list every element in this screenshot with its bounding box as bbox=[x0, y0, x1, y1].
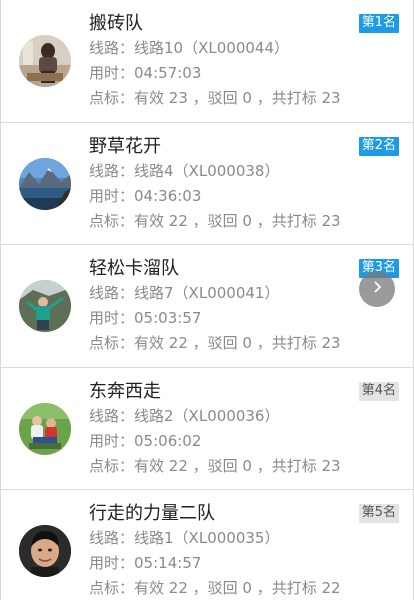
team-list: 搬砖队 线路：线路10（XL000044） 用时：04:57:03 点标：有效 … bbox=[1, 0, 413, 600]
points-line: 点标：有效 22 ，驳回 0 ，共打标 22 bbox=[89, 579, 341, 597]
avatar bbox=[19, 525, 71, 577]
points-line: 点标：有效 22 ，驳回 0 ，共打标 23 bbox=[89, 456, 341, 475]
time-line: 用时：05:14:57 bbox=[89, 554, 202, 572]
time-line: 用时：04:36:03 bbox=[89, 186, 202, 205]
list-item[interactable]: 轻松卡溜队 线路：线路7（XL000041） 用时：05:03:57 点标：有效… bbox=[1, 245, 413, 368]
avatar bbox=[19, 280, 71, 332]
leaderboard-screen: 搬砖队 线路：线路10（XL000044） 用时：04:57:03 点标：有效 … bbox=[0, 0, 414, 600]
rank-badge: 第2名 bbox=[358, 136, 399, 156]
team-name: 行走的力量二队 bbox=[89, 503, 215, 524]
rank-badge: 第5名 bbox=[358, 504, 399, 523]
points-line: 点标：有效 22 ，驳回 0 ，共打标 23 bbox=[89, 211, 341, 230]
route-line: 线路：线路10（XL000044） bbox=[89, 39, 289, 57]
time-line: 用时：04:57:03 bbox=[89, 64, 202, 82]
rank-badge: 第1名 bbox=[358, 14, 399, 33]
chevron-right-icon bbox=[369, 279, 385, 299]
list-item[interactable]: 野草花开 线路：线路4（XL000038） 用时：04:36:03 点标：有效 … bbox=[1, 122, 413, 245]
avatar bbox=[19, 402, 71, 455]
time-line: 用时：05:03:57 bbox=[89, 309, 202, 327]
rank-badge: 第4名 bbox=[358, 381, 399, 401]
time-line: 用时：05:06:02 bbox=[89, 431, 202, 450]
avatar bbox=[19, 35, 71, 87]
team-name: 轻松卡溜队 bbox=[89, 258, 179, 279]
list-item[interactable]: 搬砖队 线路：线路10（XL000044） 用时：04:57:03 点标：有效 … bbox=[1, 0, 413, 123]
next-button[interactable] bbox=[359, 271, 395, 307]
list-item[interactable]: 行走的力量二队 线路：线路1（XL000035） 用时：05:14:57 点标：… bbox=[1, 490, 413, 600]
route-line: 线路：线路4（XL000038） bbox=[89, 161, 280, 180]
route-line: 线路：线路7（XL000041） bbox=[89, 284, 280, 302]
points-line: 点标：有效 22 ，驳回 0 ，共打标 23 bbox=[89, 334, 341, 352]
route-line: 线路：线路1（XL000035） bbox=[89, 529, 280, 547]
team-name: 野草花开 bbox=[89, 135, 161, 157]
team-name: 搬砖队 bbox=[89, 13, 143, 34]
route-line: 线路：线路2（XL000036） bbox=[89, 406, 280, 425]
avatar bbox=[19, 157, 71, 210]
points-line: 点标：有效 23 ，驳回 0 ，共打标 23 bbox=[89, 89, 341, 107]
list-item[interactable]: 东奔西走 线路：线路2（XL000036） 用时：05:06:02 点标：有效 … bbox=[1, 367, 413, 490]
team-name: 东奔西走 bbox=[89, 380, 161, 402]
